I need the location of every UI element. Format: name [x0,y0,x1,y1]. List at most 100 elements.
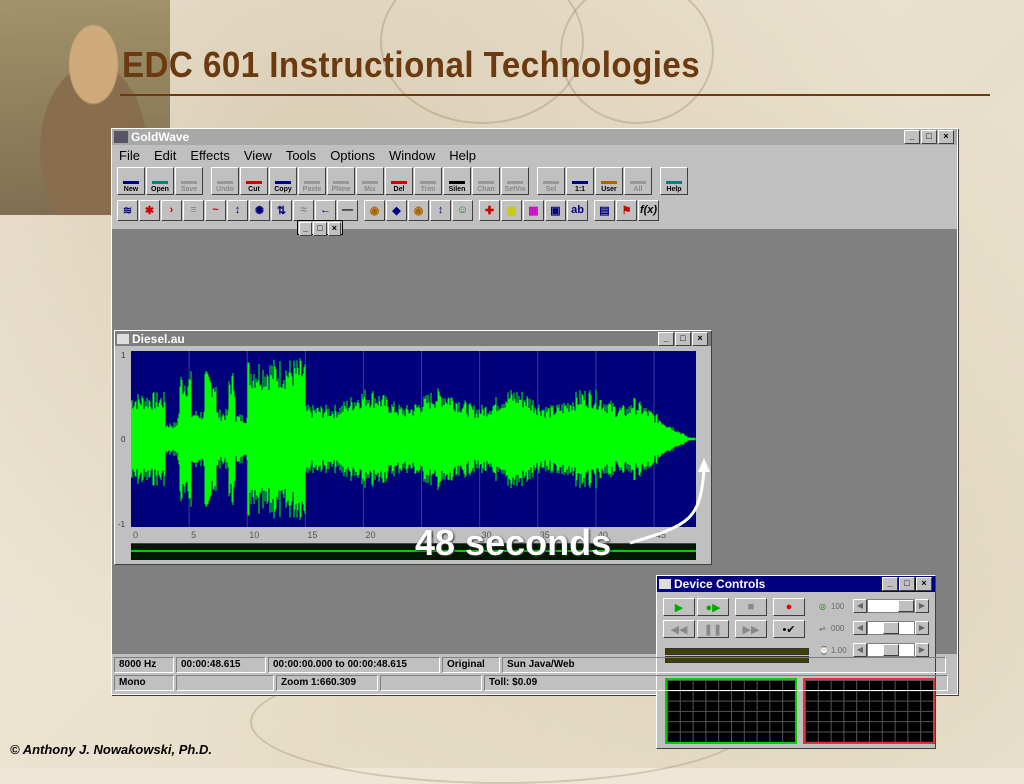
toolbar-button-label: New [123,186,139,193]
toolbar-save-button[interactable]: Save [175,167,203,195]
effect-dynamics-icon[interactable]: ≋ [117,199,138,221]
speed-left-arrow[interactable]: ◀ [853,643,867,657]
toolbar-copy-button[interactable]: Copy [269,167,297,195]
speed-icon: ⌚ [819,645,829,655]
toolbar-button-label: Copy [274,186,292,193]
toolbar-user-button[interactable]: User [595,167,623,195]
toolbar-sel-button[interactable]: Sel [537,167,565,195]
minimize-button[interactable]: _ [904,130,920,144]
toolbar-trim-button[interactable]: Trim [414,167,442,195]
volume-right-arrow[interactable]: ▶ [915,599,929,613]
effect-offset-icon[interactable]: ≡ [183,199,204,221]
toolbar-chan-button[interactable]: Chan [472,167,500,195]
dc-maximize-button[interactable]: □ [899,577,915,591]
volume-left-arrow[interactable]: ◀ [853,599,867,613]
sound-minimize-button[interactable]: _ [658,331,674,346]
menu-tools[interactable]: Tools [279,148,323,163]
toolbar-mix-icon [362,169,378,184]
goldwave-app-icon [114,131,128,143]
toolbar-button-label: Save [180,186,198,193]
toolbar-paste-button[interactable]: Paste [298,167,326,195]
toolbar-setvw-button[interactable]: SetVw [501,167,529,195]
effect-shift-left-icon[interactable]: ← [315,199,336,221]
y-axis-label-zero: 0 [121,435,126,444]
balance-left-arrow[interactable]: ◀ [853,621,867,635]
toolbar-button-label: User [601,186,617,193]
toolbar-button-label: Help [666,186,682,193]
time-tick-label: 5 [191,530,197,540]
expression-evaluator-icon[interactable]: f(x) [638,199,659,221]
effect-fade-in-icon[interactable]: ◉ [364,199,385,221]
effect-marker-icon[interactable]: ⚑ [616,199,637,221]
speed-right-arrow[interactable]: ▶ [915,643,929,657]
speed-slider[interactable]: ⌚ 1.00 ◀ ▶ [819,642,931,658]
toolbar-del-button[interactable]: Del [385,167,413,195]
toolbar-help-button[interactable]: Help [660,167,688,195]
volume-slider[interactable]: ◎ 100 ◀ ▶ [819,598,931,614]
time-tick-label: 0 [133,530,139,540]
effect-filter-icon[interactable]: ✚ [479,199,500,221]
menu-window[interactable]: Window [382,148,442,163]
menu-effects[interactable]: Effects [183,148,237,163]
toolbar-undo-button[interactable]: Undo [211,167,239,195]
mini-maximize-button[interactable]: □ [313,222,327,236]
balance-slider[interactable]: ⇌ 000 ◀ ▶ [819,620,931,636]
effect-pan-icon[interactable]: ↕ [430,199,451,221]
app-titlebar: GoldWave _ □ × [112,129,957,145]
effect-resample-icon[interactable]: ▣ [545,199,566,221]
effect-fade-out-icon[interactable]: ◉ [408,199,429,221]
effect-bandpass-icon[interactable]: ▦ [523,199,544,221]
toolbar-button-label: Trim [420,186,436,193]
effect-mechanize-icon[interactable]: ✺ [249,199,270,221]
fast-forward-button[interactable]: ▶▶ [735,620,767,638]
toolbar-all-button[interactable]: All [624,167,652,195]
effect-equalizer-icon[interactable]: ▦ [501,199,522,221]
maximize-button[interactable]: □ [921,130,937,144]
toolbar-new-button[interactable]: New [117,167,145,195]
effect-fade-icon[interactable]: ◆ [386,199,407,221]
device-properties-button[interactable]: •✔ [773,620,805,638]
menu-help[interactable]: Help [442,148,483,163]
mini-minimize-button[interactable]: _ [299,222,313,236]
effect-amplify-icon[interactable]: ↕ [227,199,248,221]
effect-flanger-icon[interactable]: ~ [205,199,226,221]
close-button[interactable]: × [938,130,954,144]
play-button[interactable]: ▶ [663,598,695,616]
effect-echo-icon[interactable]: ✱ [139,199,160,221]
waveform-display[interactable] [131,351,696,527]
toolbar-button-label: Open [151,186,169,193]
effect-reverse-icon[interactable]: ⇅ [271,199,292,221]
toolbar-silen-button[interactable]: Silen [443,167,471,195]
effect-doppler-icon[interactable]: ☺ [452,199,473,221]
effect-transform-icon[interactable]: ▤ [594,199,615,221]
sound-close-button[interactable]: × [692,331,708,346]
mini-close-button[interactable]: × [327,222,341,236]
effect-silence-icon[interactable]: — [337,199,358,221]
pause-button[interactable]: ❚❚ [697,620,729,638]
menu-view[interactable]: View [237,148,279,163]
rewind-button[interactable]: ◀◀ [663,620,695,638]
toolbar-button-label: Paste [302,186,322,193]
toolbar-cut-button[interactable]: Cut [240,167,268,195]
overview-strip[interactable] [131,543,696,560]
toolbar-mix-button[interactable]: Mix [356,167,384,195]
toolbar-11-button[interactable]: 1:1 [566,167,594,195]
dc-minimize-button[interactable]: _ [882,577,898,591]
balance-right-arrow[interactable]: ▶ [915,621,929,635]
menu-edit[interactable]: Edit [147,148,183,163]
menu-options[interactable]: Options [323,148,382,163]
stop-button[interactable]: ■ [735,598,767,616]
goldwave-window: GoldWave _ □ × File Edit Effects View To… [111,128,958,749]
play-selection-button[interactable]: ●▶ [697,598,729,616]
toolbar-pnew-button[interactable]: PNew [327,167,355,195]
dc-close-button[interactable]: × [916,577,932,591]
toolbar-open-button[interactable]: Open [146,167,174,195]
menu-file[interactable]: File [112,148,147,163]
toolbar-copy-icon [275,169,291,184]
effect-noise-icon[interactable]: ≈ [293,199,314,221]
menubar: File Edit Effects View Tools Options Win… [112,145,957,165]
effect-playback-rate-icon[interactable]: ab [567,199,588,221]
sound-maximize-button[interactable]: □ [675,331,691,346]
record-button[interactable]: ● [773,598,805,616]
effect-invert-icon[interactable]: › [161,199,182,221]
